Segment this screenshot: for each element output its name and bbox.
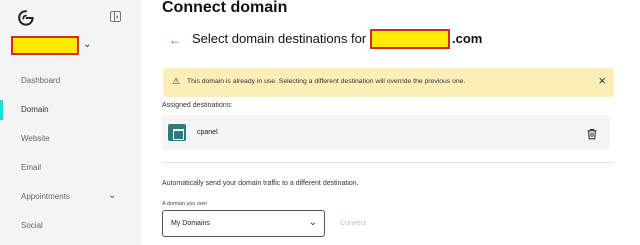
back-arrow-icon[interactable]: ← [169,33,181,47]
sidebar-item-appointments[interactable]: Appointments ⌄ [0,187,141,207]
select-value: My Domains [171,220,210,227]
chevron-down-icon: ⌄ [308,217,317,228]
trash-icon[interactable] [586,127,598,140]
destination-name: cpanel [197,129,218,136]
redacted-site-name [11,36,79,55]
main-content: Connect domain ← Select domain destinati… [141,0,640,245]
domain-select[interactable]: My Domains ⌄ [162,210,325,237]
sidebar-item-label: Dashboard [21,76,61,85]
sidebar-item-label: Domain [21,105,49,114]
close-icon[interactable]: × [598,74,606,87]
redirect-description: Automatically send your domain traffic t… [162,180,359,187]
sidebar-item-label: Website [21,134,50,143]
sidebar-item-social[interactable]: Social [0,216,141,236]
domain-tld: .com [452,31,483,46]
sidebar-item-email[interactable]: Email [0,158,141,178]
sidebar-item-label: Email [21,163,42,172]
chevron-down-icon: ⌄ [108,190,117,201]
connect-button[interactable]: Connect [340,220,366,227]
assigned-destinations-label: Assigned destinations: [162,102,233,109]
site-selector[interactable]: ⌄ [11,36,93,56]
alert-message: This domain is already in use. Selecting… [187,78,466,85]
sub-title: Select domain destinations for [192,31,367,46]
sidebar-item-label: Social [21,221,43,230]
warning-alert: ⚠ This domain is already in use. Selecti… [163,68,614,97]
sidebar: ⌄ Dashboard Domain Website Email Appoint… [0,0,141,245]
domain-field-label: A domain you own [162,201,207,207]
godaddy-logo-icon[interactable] [17,9,35,27]
sidebar-item-domain[interactable]: Domain [0,100,141,120]
sidebar-item-label: Appointments [21,192,70,201]
redacted-domain-name [370,29,450,49]
sidebar-item-website[interactable]: Website [0,129,141,149]
browser-window-icon [168,124,186,141]
chevron-down-icon: ⌄ [83,39,92,50]
divider [162,162,614,163]
page-title: Connect domain [162,0,288,16]
active-indicator [0,100,3,120]
warning-icon: ⚠ [172,76,181,86]
destination-row: cpanel [162,115,610,150]
collapse-sidebar-icon[interactable] [110,11,121,22]
sidebar-item-dashboard[interactable]: Dashboard [0,71,141,91]
